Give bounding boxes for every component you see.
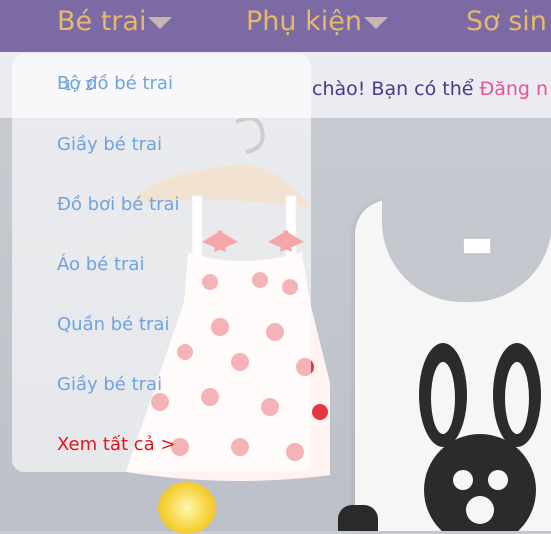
greeting-message: chào! Bạn có thể (312, 78, 480, 100)
dropdown-item-giay[interactable]: Giầy bé trai (57, 134, 162, 155)
top-nav: Bé trai Phụ kiện Sơ sin (0, 0, 551, 52)
lemon-prop (158, 482, 216, 534)
dropdown-item-quan[interactable]: Quần bé trai (57, 314, 169, 335)
nav-item-be-trai[interactable]: Bé trai (57, 6, 173, 37)
chevron-down-icon (363, 16, 388, 29)
nav-item-so-sinh[interactable]: Sơ sin (466, 6, 547, 37)
login-link[interactable]: Đăng n (480, 78, 549, 100)
bunny-print-graphic (419, 343, 541, 531)
dropdown-item-bo-do[interactable]: Bộ đồ bé trai (57, 73, 173, 94)
be-trai-dropdown-menu: 1 / 2 Bộ đồ bé trai Giầy bé trai Đồ bơi … (12, 54, 311, 472)
dropdown-item-do-boi[interactable]: Đồ bơi bé trai (57, 194, 180, 215)
clothing-tag (463, 238, 491, 254)
shorts-edge (338, 505, 378, 531)
nav-item-label: Sơ sin (466, 6, 547, 37)
nav-item-label: Phụ kiện (246, 6, 362, 37)
nav-item-label: Bé trai (57, 6, 147, 37)
nav-item-phu-kien[interactable]: Phụ kiện (246, 6, 388, 37)
greeting-text: chào! Bạn có thể Đăng n (312, 78, 548, 100)
dropdown-item-giay-2[interactable]: Giầy bé trai (57, 374, 162, 395)
chevron-down-icon (148, 16, 173, 29)
see-all-link[interactable]: Xem tất cả > (57, 434, 175, 455)
dropdown-item-ao[interactable]: Áo bé trai (57, 254, 144, 275)
